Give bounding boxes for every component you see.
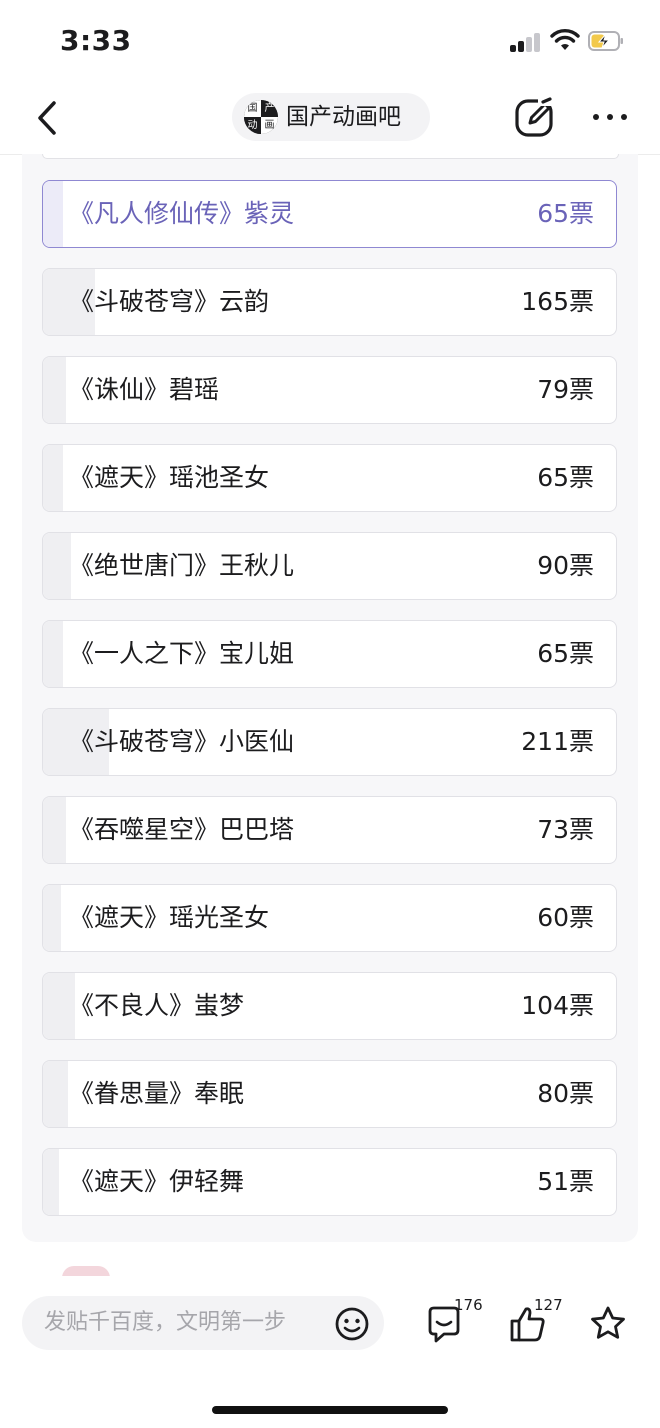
more-dots-icon bbox=[593, 114, 627, 120]
reply-placeholder: 发贴千百度，文明第一步 bbox=[44, 1310, 287, 1335]
forum-logo-char: 国 bbox=[244, 100, 261, 117]
status-bar: 3:33 bbox=[0, 0, 660, 84]
poll-option-votes: 211票 bbox=[521, 727, 594, 756]
poll-option[interactable]: 《绝世唐门》王秋儿 90票 bbox=[42, 532, 617, 600]
poll-option[interactable]: 《凡人修仙传》紫灵 65票 bbox=[42, 180, 617, 248]
poll-option[interactable]: 《斗破苍穹》小医仙 211票 bbox=[42, 708, 617, 776]
forum-logo-char: 画 bbox=[261, 117, 278, 134]
poll-option-label: 《斗破苍穹》小医仙 bbox=[69, 727, 295, 756]
poll-option-partial bbox=[42, 154, 619, 159]
poll-option[interactable]: 《遮天》瑶光圣女 60票 bbox=[42, 884, 617, 952]
poll-option-votes: 65票 bbox=[537, 639, 594, 668]
poll-option-label: 《凡人修仙传》紫灵 bbox=[69, 199, 295, 228]
cellular-signal-icon bbox=[510, 32, 542, 52]
comment-count: 176 bbox=[454, 1296, 483, 1314]
poll-option[interactable]: 《遮天》瑶池圣女 65票 bbox=[42, 444, 617, 512]
like-button[interactable]: 127 bbox=[508, 1296, 572, 1348]
poll-option-progress bbox=[43, 445, 64, 511]
poll-option-votes: 80票 bbox=[537, 1079, 594, 1108]
poll-option-votes: 73票 bbox=[537, 815, 594, 844]
poll-option[interactable]: 《一人之下》宝儿姐 65票 bbox=[42, 620, 617, 688]
emoji-icon[interactable] bbox=[334, 1306, 370, 1342]
poll-option[interactable]: 《斗破苍穹》云韵 165票 bbox=[42, 268, 617, 336]
forum-name: 国产动画吧 bbox=[286, 104, 401, 130]
poll-option-votes: 90票 bbox=[537, 551, 594, 580]
poll-option[interactable]: 《吞噬星空》巴巴塔 73票 bbox=[42, 796, 617, 864]
poll-option-label: 《吞噬星空》巴巴塔 bbox=[69, 815, 295, 844]
poll-option-label: 《眷思量》奉眠 bbox=[69, 1079, 245, 1108]
poll-option-label: 《一人之下》宝儿姐 bbox=[69, 639, 295, 668]
poll-option-votes: 60票 bbox=[537, 903, 594, 932]
poll-option-votes: 165票 bbox=[521, 287, 594, 316]
bottom-action-bar: 发贴千百度，文明第一步 176 127 bbox=[0, 1276, 660, 1428]
poll-option-progress bbox=[43, 1061, 68, 1127]
poll-option-label: 《遮天》瑶光圣女 bbox=[69, 903, 270, 932]
poll-option-votes: 79票 bbox=[537, 375, 594, 404]
poll-option-progress bbox=[43, 1149, 60, 1215]
more-options-icon[interactable] bbox=[590, 102, 630, 132]
poll-option-label: 《诛仙》碧瑶 bbox=[69, 375, 220, 404]
poll-option-label: 《绝世唐门》王秋儿 bbox=[69, 551, 295, 580]
wifi-icon bbox=[550, 29, 580, 50]
edit-post-icon[interactable] bbox=[514, 96, 556, 138]
status-time: 3:33 bbox=[60, 24, 132, 57]
poll-option-label: 《遮天》伊轻舞 bbox=[69, 1167, 245, 1196]
poll-option[interactable]: 《诛仙》碧瑶 79票 bbox=[42, 356, 617, 424]
battery-charging-icon bbox=[588, 31, 623, 51]
home-indicator bbox=[212, 1406, 448, 1414]
star-icon bbox=[591, 1306, 625, 1339]
poll-option[interactable]: 《遮天》伊轻舞 51票 bbox=[42, 1148, 617, 1216]
poll-option-votes: 51票 bbox=[537, 1167, 594, 1196]
poll-option-votes: 65票 bbox=[537, 199, 594, 228]
poll-option-label: 《遮天》瑶池圣女 bbox=[69, 463, 270, 492]
poll-option-progress bbox=[43, 357, 66, 423]
poll-card: 《凡人修仙传》紫灵 65票 《斗破苍穹》云韵 165票 《诛仙》碧瑶 79票 《遮天》瑶池圣… bbox=[22, 154, 638, 1242]
forum-logo: 国 产 动 画 bbox=[244, 100, 278, 134]
poll-option-progress bbox=[43, 885, 62, 951]
forum-title-pill[interactable]: 国 产 动 画 国产动画吧 bbox=[232, 93, 430, 141]
poll-option-progress bbox=[43, 797, 66, 863]
poll-option[interactable]: 《眷思量》奉眠 80票 bbox=[42, 1060, 617, 1128]
favorite-button[interactable] bbox=[588, 1300, 628, 1348]
reply-input[interactable]: 发贴千百度，文明第一步 bbox=[22, 1296, 384, 1350]
poll-option-votes: 65票 bbox=[537, 463, 594, 492]
forum-logo-char: 产 bbox=[261, 100, 278, 117]
comment-button[interactable]: 176 bbox=[424, 1296, 488, 1348]
nav-bar: 国 产 动 画 国产动画吧 bbox=[0, 84, 660, 155]
poll-option-label: 《斗破苍穹》云韵 bbox=[69, 287, 270, 316]
poll-option[interactable]: 《不良人》蚩梦 104票 bbox=[42, 972, 617, 1040]
forum-logo-char: 动 bbox=[244, 117, 261, 134]
poll-option-progress bbox=[43, 533, 71, 599]
back-icon[interactable] bbox=[30, 98, 66, 138]
poll-option-votes: 104票 bbox=[521, 991, 594, 1020]
poll-option-progress bbox=[43, 181, 64, 247]
poll-option-label: 《不良人》蚩梦 bbox=[69, 991, 245, 1020]
like-count: 127 bbox=[534, 1296, 563, 1314]
poll-option-progress bbox=[43, 621, 64, 687]
